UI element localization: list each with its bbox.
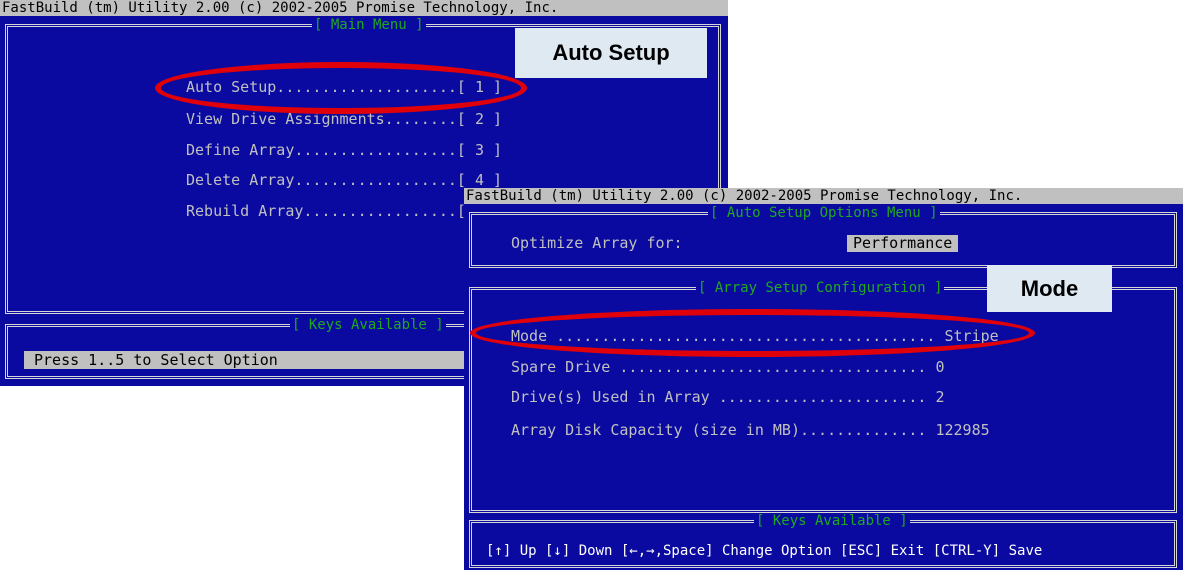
callout-mode: Mode: [987, 265, 1112, 312]
array-setup-config-title: [ Array Setup Configuration ]: [696, 280, 945, 296]
highlight-ellipse-auto-setup: [155, 62, 527, 114]
optimize-label: Optimize Array for:: [511, 234, 683, 252]
keys-available-title-2: [ Keys Available ]: [754, 513, 910, 529]
config-row-spare-drive: Spare Drive ............................…: [511, 358, 945, 376]
keys-available-title: [ Keys Available ]: [290, 317, 446, 333]
title-bar: FastBuild (tm) Utility 2.00 (c) 2002-200…: [464, 188, 1183, 204]
menu-item-rebuild-array[interactable]: Rebuild Array.................[ 5 ]: [186, 202, 502, 220]
optimize-value[interactable]: Performance: [847, 235, 959, 252]
highlight-ellipse-mode: [470, 309, 1035, 357]
config-row-capacity: Array Disk Capacity (size in MB)........…: [511, 421, 990, 439]
config-row-drives-used: Drive(s) Used in Array .................…: [511, 388, 945, 406]
main-menu-title: [ Main Menu ]: [312, 17, 426, 33]
auto-setup-screen: FastBuild (tm) Utility 2.00 (c) 2002-200…: [464, 188, 1183, 570]
keys-help-line: [↑] Up [↓] Down [←,→,Space] Change Optio…: [486, 543, 1043, 559]
menu-item-delete-array[interactable]: Delete Array..................[ 4 ]: [186, 171, 502, 189]
menu-item-define-array[interactable]: Define Array..................[ 3 ]: [186, 141, 502, 159]
callout-auto-setup: Auto Setup: [515, 28, 707, 78]
auto-setup-options-title: [ Auto Setup Options Menu ]: [708, 205, 940, 221]
title-bar: FastBuild (tm) Utility 2.00 (c) 2002-200…: [0, 0, 728, 16]
